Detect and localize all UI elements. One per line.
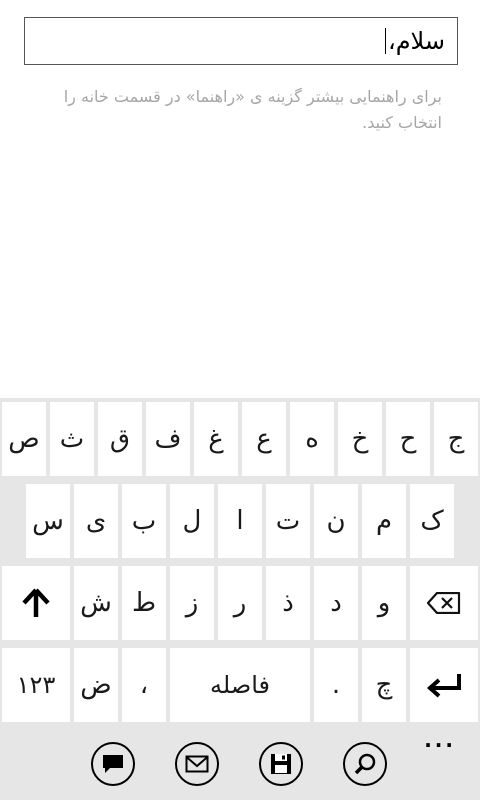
backspace-icon	[427, 592, 461, 614]
key-sin[interactable]: س	[26, 484, 70, 558]
space-key[interactable]: فاصله	[170, 648, 310, 722]
key-ghaf[interactable]: ق	[98, 402, 142, 476]
key-comma[interactable]: ،	[122, 648, 166, 722]
app-bar: ...	[0, 726, 480, 800]
key-mim[interactable]: م	[362, 484, 406, 558]
enter-key[interactable]	[410, 648, 478, 722]
mail-icon	[185, 755, 209, 773]
key-khe[interactable]: خ	[338, 402, 382, 476]
key-fe[interactable]: ف	[146, 402, 190, 476]
search-icon	[354, 753, 376, 775]
search-button[interactable]	[343, 742, 387, 786]
key-jim[interactable]: ج	[434, 402, 478, 476]
key-be[interactable]: ب	[122, 484, 166, 558]
key-lam[interactable]: ل	[170, 484, 214, 558]
text-caret	[384, 28, 386, 54]
key-ye[interactable]: ی	[74, 484, 118, 558]
key-alef[interactable]: ا	[218, 484, 262, 558]
save-button[interactable]	[259, 742, 303, 786]
key-ein[interactable]: ع	[242, 402, 286, 476]
key-ta[interactable]: ط	[122, 566, 166, 640]
enter-arrow-icon	[426, 674, 461, 698]
key-zad[interactable]: ض	[74, 648, 118, 722]
messages-button[interactable]	[91, 742, 135, 786]
shift-arrow-icon	[22, 588, 50, 617]
key-se[interactable]: ث	[50, 402, 94, 476]
key-re[interactable]: ر	[218, 566, 262, 640]
key-he[interactable]: ه	[290, 402, 334, 476]
key-ghein[interactable]: غ	[194, 402, 238, 476]
key-kaf[interactable]: ک	[410, 484, 454, 558]
chat-bubble-icon	[103, 755, 123, 773]
key-dal[interactable]: د	[314, 566, 358, 640]
key-shin[interactable]: ش	[74, 566, 118, 640]
key-ze[interactable]: ز	[170, 566, 214, 640]
key-che[interactable]: چ	[362, 648, 406, 722]
key-sad[interactable]: ص	[2, 402, 46, 476]
key-nun[interactable]: ن	[314, 484, 358, 558]
more-options-button[interactable]: ...	[424, 728, 456, 752]
email-button[interactable]	[175, 742, 219, 786]
key-vav[interactable]: و	[362, 566, 406, 640]
key-period[interactable]: .	[314, 648, 358, 722]
numbers-key[interactable]: ۱۲۳	[2, 648, 70, 722]
save-icon	[271, 754, 291, 774]
message-input[interactable]: سلام،	[24, 17, 458, 65]
help-hint-text: برای راهنمایی بیشتر گزینه ی «راهنما» در …	[63, 87, 442, 132]
message-input-value: سلام،	[387, 27, 445, 55]
shift-key[interactable]	[2, 566, 70, 640]
backspace-key[interactable]	[410, 566, 478, 640]
key-zal[interactable]: ذ	[266, 566, 310, 640]
key-te[interactable]: ت	[266, 484, 310, 558]
key-he-jimi[interactable]: ح	[386, 402, 430, 476]
